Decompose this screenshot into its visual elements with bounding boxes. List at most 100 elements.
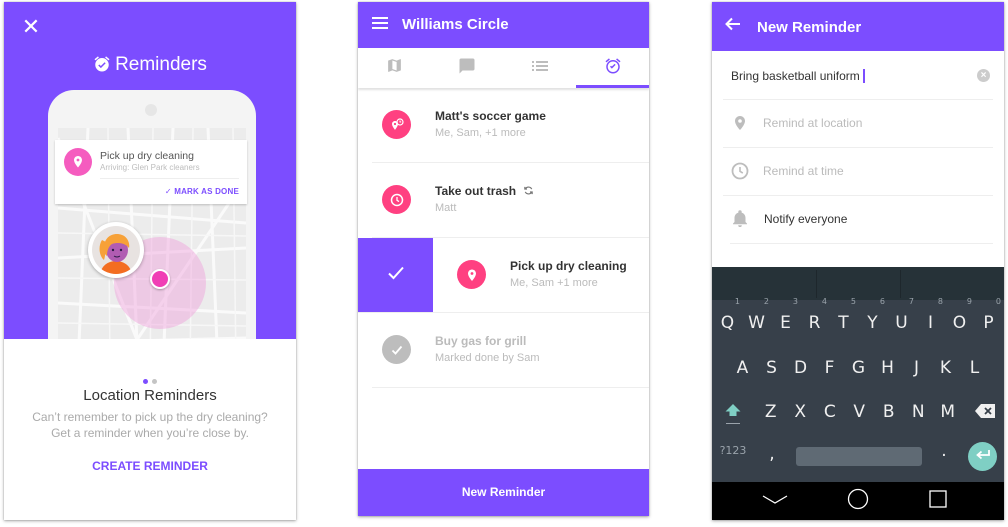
- key-x[interactable]: X: [786, 393, 816, 431]
- list-icon: [531, 59, 548, 77]
- notify-everyone-field[interactable]: Notify everyone: [730, 196, 993, 244]
- enter-key[interactable]: [968, 442, 997, 471]
- location-dot: [150, 269, 170, 289]
- list-item-swiped[interactable]: Pick up dry cleaning Me, Sam +1 more: [358, 238, 649, 313]
- text-cursor: [862, 69, 865, 83]
- menu-icon[interactable]: [372, 17, 388, 31]
- tab-chat[interactable]: [431, 48, 504, 88]
- key-j[interactable]: J: [902, 349, 931, 387]
- key-c[interactable]: C: [815, 393, 845, 431]
- onboarding-title: Reminders: [4, 54, 296, 79]
- create-reminder-button[interactable]: CREATE REMINDER: [4, 459, 296, 473]
- key-label: Z: [764, 402, 777, 422]
- nav-home-button[interactable]: [833, 482, 883, 520]
- location-pin-icon: [64, 148, 92, 176]
- reminder-title-input[interactable]: Bring basketball uniform ×: [723, 52, 993, 100]
- circle-title: Williams Circle: [402, 16, 509, 33]
- key-o[interactable]: O9: [945, 297, 974, 342]
- nav-back-button[interactable]: [750, 482, 800, 520]
- key-t[interactable]: T5: [829, 297, 858, 342]
- reminder-title-value[interactable]: Bring basketball uniform: [731, 69, 865, 83]
- clear-input-icon[interactable]: ×: [977, 69, 990, 82]
- input-text: Bring basketball uniform: [731, 69, 860, 83]
- key-label: Q: [720, 313, 735, 333]
- tab-reminders[interactable]: [576, 48, 649, 88]
- reminder-subtitle: Me, Sam, +1 more: [435, 127, 526, 139]
- key-number-hint: 6: [879, 297, 885, 306]
- notification-title: Pick up dry cleaning: [100, 150, 194, 162]
- suggestion-strip: [712, 267, 1004, 300]
- key-w[interactable]: W2: [742, 297, 771, 342]
- location-time-icon: [382, 110, 411, 139]
- onboarding-title-text: Reminders: [115, 54, 207, 75]
- key-v[interactable]: V: [845, 393, 875, 431]
- pager-dot[interactable]: [152, 379, 157, 384]
- key-r[interactable]: R4: [800, 297, 829, 342]
- check-icon: [382, 335, 411, 364]
- key-label: I: [927, 313, 933, 333]
- back-arrow-icon[interactable]: [724, 15, 742, 38]
- close-icon[interactable]: ✕: [20, 16, 42, 38]
- key-number-hint: 9: [966, 297, 972, 306]
- key-label: R: [808, 313, 821, 333]
- shift-key[interactable]: [718, 393, 748, 431]
- feature-description: Can’t remember to pick up the dry cleani…: [4, 409, 296, 441]
- key-y[interactable]: Y6: [858, 297, 887, 342]
- system-nav-bar: [712, 482, 1004, 520]
- key-m[interactable]: M: [933, 393, 963, 431]
- key-u[interactable]: U7: [887, 297, 916, 342]
- recents-square-icon: [929, 489, 947, 513]
- key-n[interactable]: N: [904, 393, 934, 431]
- list-item[interactable]: Matt's soccer game Me, Sam, +1 more: [358, 88, 649, 163]
- space-bar[interactable]: [796, 447, 922, 466]
- reminder-subtitle: Me, Sam +1 more: [510, 277, 598, 289]
- notification-card[interactable]: Pick up dry cleaning Arriving: Glen Park…: [55, 140, 247, 204]
- key-l[interactable]: L: [960, 349, 989, 387]
- key-f[interactable]: F: [815, 349, 844, 387]
- key-i[interactable]: I8: [916, 297, 945, 342]
- key-label: W: [748, 313, 765, 333]
- key-label: A: [736, 358, 749, 378]
- key-q[interactable]: Q1: [713, 297, 742, 342]
- key-label: M: [940, 402, 956, 422]
- key-number-hint: 3: [792, 297, 798, 306]
- key-label: O: [952, 313, 967, 333]
- pager-dot-active[interactable]: [143, 379, 148, 384]
- onboarding-hero: ✕ Reminders Pick up dry cleaning Arrivin…: [4, 2, 296, 339]
- period-key[interactable]: .: [934, 432, 954, 470]
- key-label: C: [823, 402, 836, 422]
- list-item-done[interactable]: Buy gas for grill Marked done by Sam: [358, 313, 649, 388]
- description-line-1: Can’t remember to pick up the dry cleani…: [32, 410, 268, 424]
- key-z[interactable]: Z: [756, 393, 786, 431]
- key-p[interactable]: P0: [974, 297, 1003, 342]
- remind-at-location-field[interactable]: Remind at location: [723, 100, 993, 148]
- key-e[interactable]: E3: [771, 297, 800, 342]
- remind-at-time-field[interactable]: Remind at time: [723, 148, 993, 196]
- tab-map[interactable]: [358, 48, 431, 88]
- key-h[interactable]: H: [873, 349, 902, 387]
- mark-as-done-button[interactable]: ✓ MARK AS DONE: [165, 187, 239, 196]
- key-g[interactable]: G: [844, 349, 873, 387]
- key-number-hint: 1: [734, 297, 740, 306]
- reminder-subtitle: Matt: [435, 202, 457, 214]
- swipe-done-action[interactable]: [358, 238, 433, 313]
- tab-list[interactable]: [504, 48, 577, 88]
- comma-key[interactable]: ,: [762, 435, 782, 473]
- repeat-icon: [523, 185, 534, 199]
- key-k[interactable]: K: [931, 349, 960, 387]
- nav-recents-button[interactable]: [913, 482, 963, 520]
- new-reminder-button[interactable]: New Reminder: [358, 469, 649, 516]
- map-icon: [386, 57, 403, 79]
- keyboard-row-3: ZXCVBNM: [712, 393, 1004, 431]
- key-a[interactable]: A: [728, 349, 757, 387]
- chevron-down-icon: [762, 492, 788, 510]
- key-d[interactable]: D: [786, 349, 815, 387]
- alarm-icon: [604, 57, 622, 80]
- list-item[interactable]: Take out trash Matt: [358, 163, 649, 238]
- key-s[interactable]: S: [757, 349, 786, 387]
- home-circle-icon: [847, 488, 869, 515]
- reminder-title: Matt's soccer game: [435, 109, 546, 123]
- key-b[interactable]: B: [874, 393, 904, 431]
- backspace-key[interactable]: [970, 393, 1000, 431]
- symbols-key[interactable]: ?123: [718, 432, 748, 470]
